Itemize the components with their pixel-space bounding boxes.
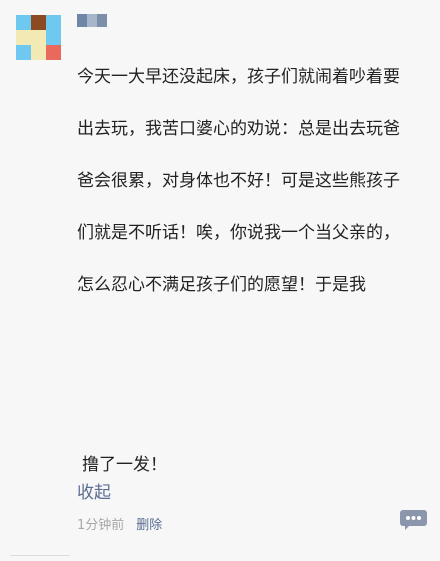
avatar[interactable]	[16, 15, 61, 60]
avatar-tile	[46, 15, 61, 30]
avatar-tile	[46, 30, 61, 45]
post-text-line: 出去玩，我苦口婆心的劝说：总是出去玩爸	[77, 119, 400, 139]
avatar-tile	[16, 45, 31, 60]
post-text-line: 怎么忍心不满足孩子们的愿望！于是我	[77, 275, 366, 295]
post-text: 今天一大早还没起床，孩子们就闹着吵着要 出去玩，我苦口婆心的劝说：总是出去玩爸 …	[77, 38, 429, 324]
divider	[10, 555, 70, 556]
delete-link[interactable]: 删除	[136, 514, 162, 533]
username-blurred[interactable]	[77, 14, 107, 27]
avatar-tile	[16, 15, 31, 30]
collapse-link[interactable]: 收起	[77, 478, 111, 503]
avatar-tile	[31, 30, 46, 45]
comment-dots-icon	[400, 510, 427, 530]
post-text-line: 今天一大早还没起床，孩子们就闹着吵着要	[77, 67, 400, 87]
post-meta: 1分钟前 删除	[77, 514, 162, 533]
post-text-line: 爸会很累，对身体也不好！可是这些熊孩子	[77, 171, 400, 191]
avatar-tile	[46, 45, 61, 60]
post-time: 1分钟前	[77, 518, 125, 533]
post-punchline: 撸了一发！	[82, 455, 167, 475]
avatar-tile	[16, 30, 31, 45]
username-blur-block	[87, 14, 97, 27]
username-blur-block	[77, 14, 87, 27]
comment-button[interactable]	[400, 510, 427, 530]
post-text-line: 们就是不听话！唉，你说我一个当父亲的，	[77, 223, 400, 243]
username-blur-block	[97, 14, 107, 27]
avatar-tile	[31, 45, 46, 60]
avatar-tile	[31, 15, 46, 30]
